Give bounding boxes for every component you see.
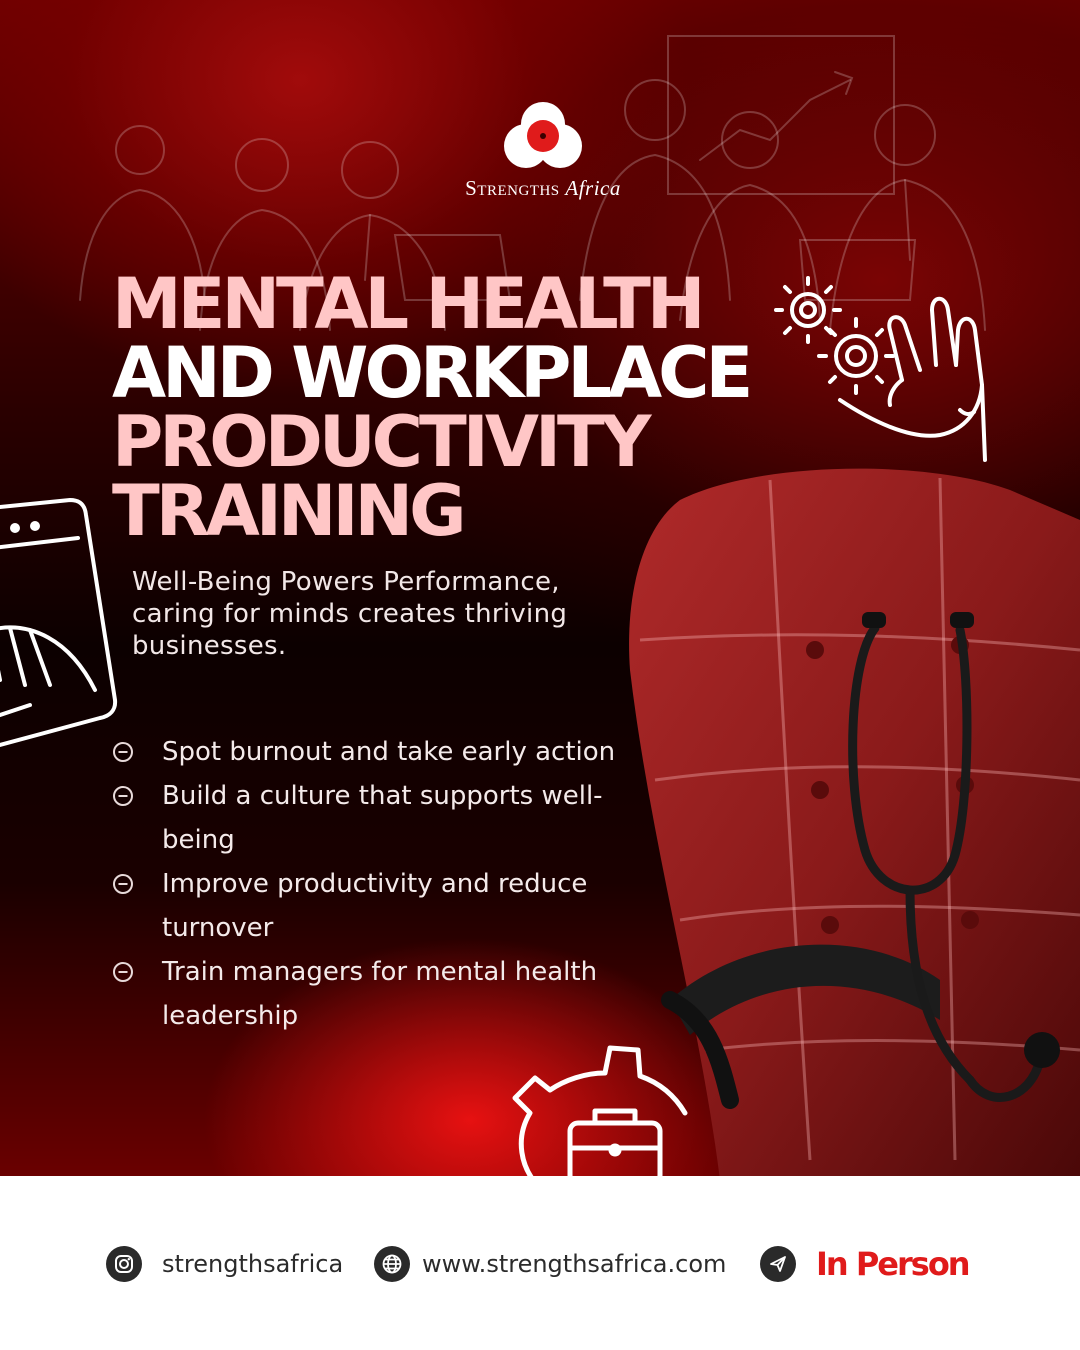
brand-name-main: Strengths (465, 176, 560, 200)
list-item: Train managers for mental health leaders… (112, 950, 652, 1038)
brand-logo: Strengths Africa (448, 98, 638, 201)
headline-line-2: AND WORKPLACE (112, 332, 753, 414)
list-item: Build a culture that supports well-being (112, 774, 652, 862)
benefit-list: Spot burnout and take early action Build… (112, 730, 652, 1038)
list-item-text: Train managers for mental health leaders… (162, 957, 598, 1031)
website-url: www.strengthsafrica.com (422, 1250, 727, 1278)
gear-briefcase-doodle-icon (512, 1045, 688, 1176)
circle-minus-icon (113, 786, 133, 806)
list-item: Spot burnout and take early action (112, 730, 652, 774)
brand-name-accent: Africa (565, 176, 621, 200)
send-icon (760, 1246, 796, 1282)
list-item-text: Spot burnout and take early action (162, 737, 616, 767)
brand-name: Strengths Africa (448, 176, 638, 201)
circle-minus-icon (113, 874, 133, 894)
event-format: In Person (760, 1244, 971, 1284)
headline-line-1: MENTAL HEALTH (112, 263, 705, 345)
poster-background: Strengths Africa MENTAL HEALTH AND WORKP… (0, 0, 1080, 1176)
circle-minus-icon (113, 962, 133, 982)
globe-icon (374, 1246, 410, 1282)
list-item-text: Build a culture that supports well-being (162, 781, 603, 855)
list-item: Improve productivity and reduce turnover (112, 862, 652, 950)
three-petal-logo-icon (504, 102, 582, 168)
tagline: Well-Being Powers Performance, caring fo… (132, 567, 568, 661)
instagram-handle: strengthsafrica (162, 1250, 344, 1278)
instagram-icon (106, 1246, 142, 1282)
instagram-link[interactable]: strengthsafrica (106, 1244, 343, 1284)
list-item-text: Improve productivity and reduce turnover (162, 869, 588, 943)
website-link[interactable]: www.strengthsafrica.com (374, 1244, 726, 1284)
hand-gears-doodle-icon (774, 276, 987, 462)
event-format-label: In Person (816, 1245, 971, 1283)
browser-chart-doodle-icon (0, 498, 118, 747)
